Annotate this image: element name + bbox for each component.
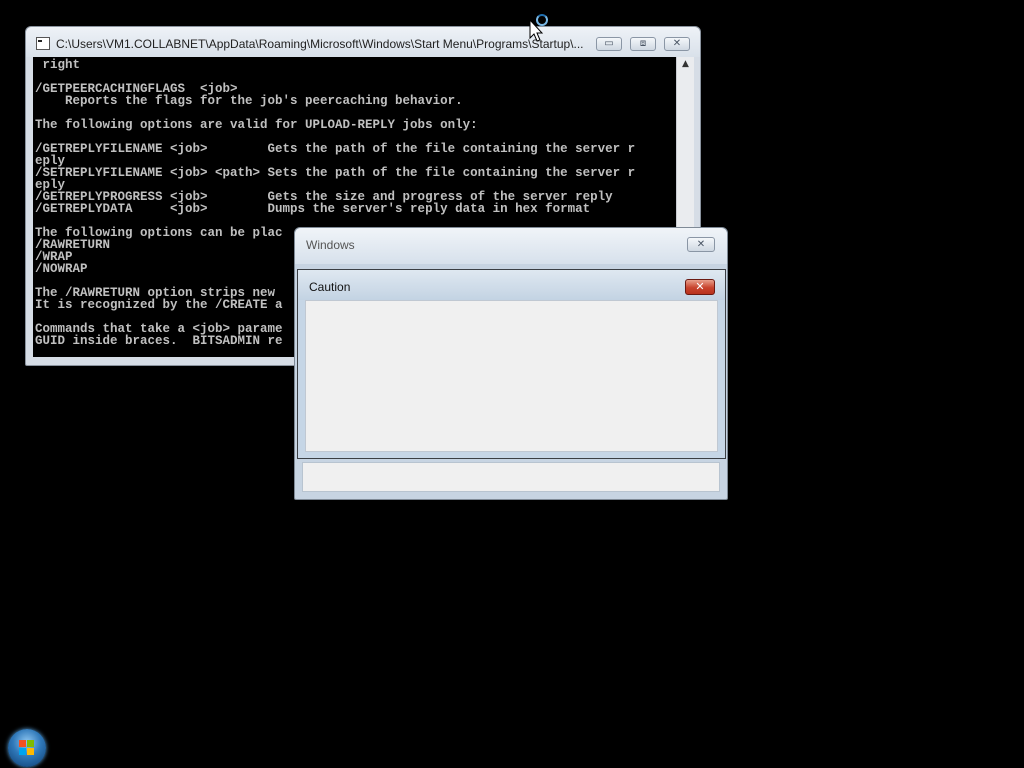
- console-titlebar[interactable]: C:\Users\VM1.COLLABNET\AppData\Roaming\M…: [26, 27, 700, 57]
- windows-logo-icon: [19, 740, 35, 756]
- windows-dialog-title: Windows: [306, 238, 355, 252]
- caution-dialog-content: [305, 300, 718, 452]
- close-button[interactable]: ✕: [664, 37, 690, 51]
- caution-dialog-close-button[interactable]: ✕: [685, 279, 715, 295]
- console-line: The following options are valid for UPLO…: [35, 118, 478, 132]
- console-line: Reports the flags for the job's peercach…: [35, 94, 463, 108]
- close-icon: ✕: [695, 280, 705, 293]
- scroll-up-arrow-icon[interactable]: ▲: [677, 59, 694, 69]
- windows-dialog-titlebar[interactable]: Windows ✕: [295, 228, 727, 264]
- close-icon: ✕: [696, 239, 706, 250]
- console-window-title: C:\Users\VM1.COLLABNET\AppData\Roaming\M…: [56, 37, 584, 51]
- caution-dialog-titlebar[interactable]: Caution ✕: [298, 270, 725, 300]
- console-line: GUID inside braces. BITSADMIN re: [35, 334, 283, 348]
- console-line: It is recognized by the /CREATE a: [35, 298, 283, 312]
- minimize-icon: ▭: [604, 38, 614, 49]
- console-line: /GETREPLYDATA <job> Dumps the server's r…: [35, 202, 591, 216]
- console-app-icon[interactable]: [36, 37, 50, 50]
- console-line: /GETREPLYFILENAME <job> Gets the path of…: [35, 142, 636, 156]
- caution-dialog-title: Caution: [309, 280, 351, 294]
- caution-dialog[interactable]: Caution ✕: [297, 269, 726, 459]
- close-icon: ✕: [672, 38, 682, 49]
- windows-dialog-footer: [302, 462, 720, 492]
- start-button[interactable]: [8, 729, 46, 767]
- console-line: right: [35, 58, 81, 72]
- busy-spinner-icon: [536, 14, 548, 26]
- maximize-button[interactable]: ⧈: [630, 37, 656, 51]
- maximize-icon: ⧈: [639, 38, 647, 49]
- console-line: /SETREPLYFILENAME <job> <path> Sets the …: [35, 166, 636, 180]
- minimize-button[interactable]: ▭: [596, 37, 622, 51]
- console-line: /NOWRAP Do: [35, 262, 313, 276]
- windows-dialog-close-button[interactable]: ✕: [687, 237, 715, 252]
